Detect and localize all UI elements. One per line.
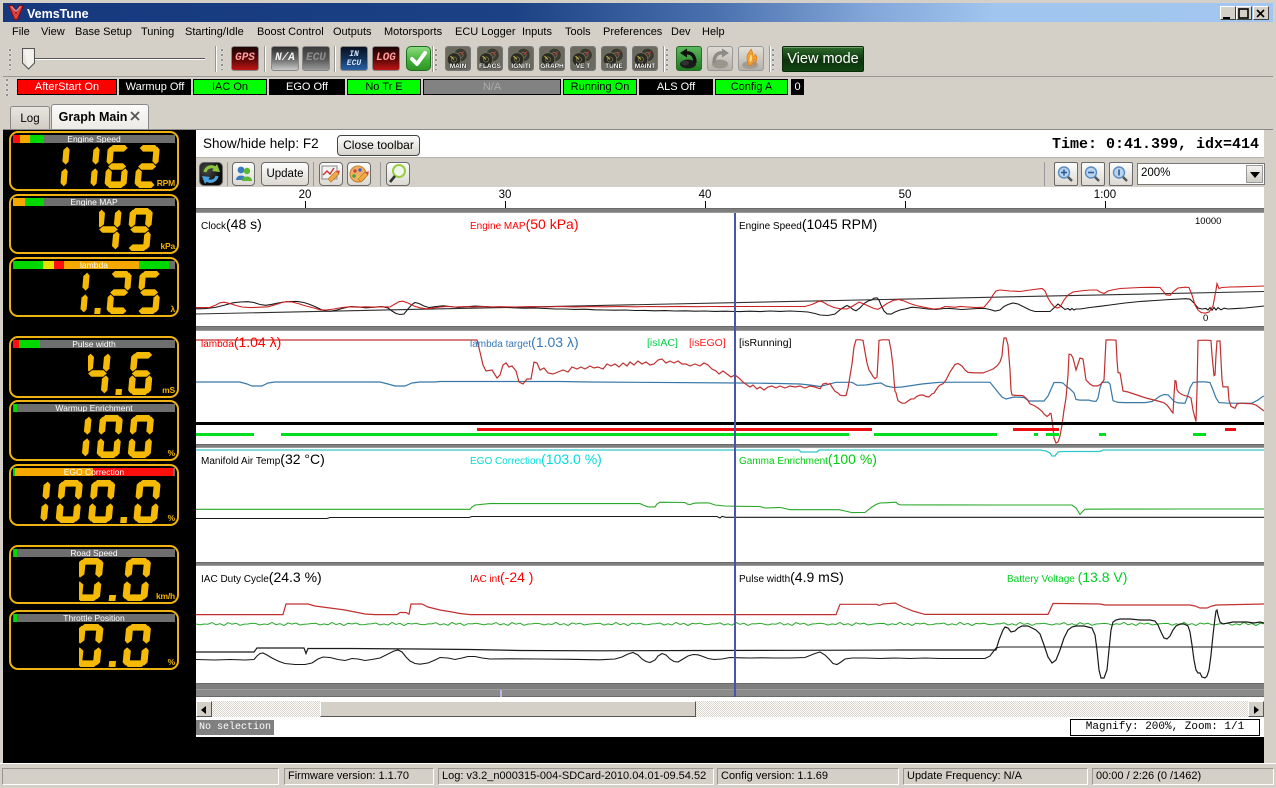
svg-text:TUNE: TUNE <box>605 63 623 70</box>
svg-text:VE T: VE T <box>576 63 590 70</box>
svg-text:MAIN: MAIN <box>450 63 467 70</box>
svg-text:MAINT: MAINT <box>635 63 656 70</box>
svg-text:IGNITI: IGNITI <box>511 63 530 70</box>
svg-text:GRAPH: GRAPH <box>540 63 564 70</box>
svg-text:FLAGS: FLAGS <box>479 63 502 70</box>
